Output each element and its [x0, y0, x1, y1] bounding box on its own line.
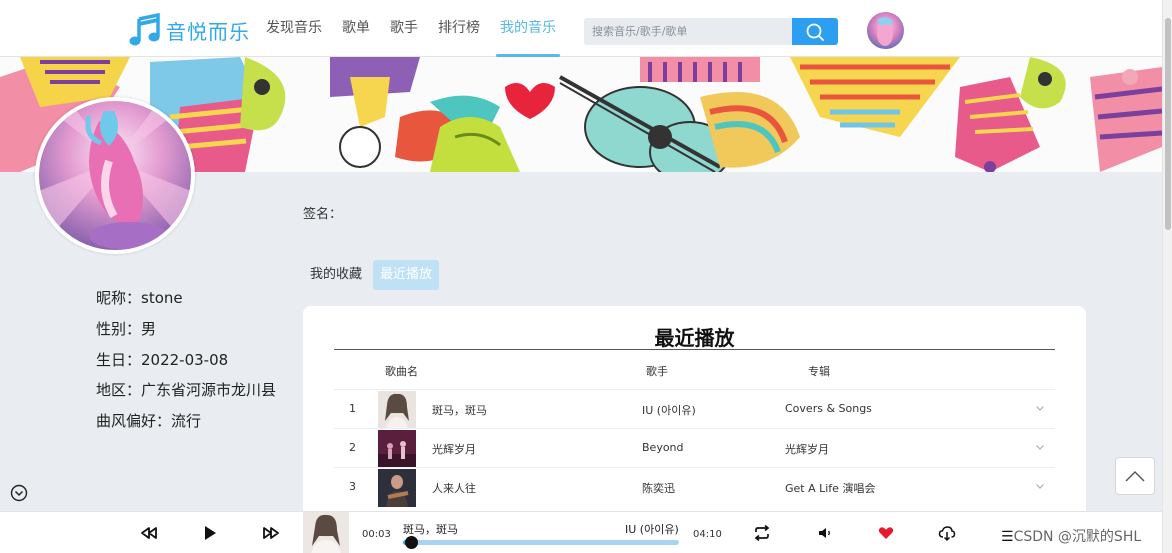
gender: 性别：男	[96, 319, 157, 338]
column-header-song: 歌曲名	[385, 365, 418, 378]
recent-played-panel: 最近播放 歌曲名 歌手 专辑 1 斑马，斑马 IU (아이유) Covers &…	[303, 306, 1086, 526]
logo-text: 音悦而乐	[166, 19, 250, 44]
chevron-down-icon[interactable]	[1034, 441, 1046, 453]
row-index: 1	[349, 402, 356, 415]
page-scrollbar[interactable]	[1162, 0, 1172, 553]
playlist-icon: ☰	[1001, 529, 1014, 545]
current-time: 00:03	[362, 529, 391, 540]
nav-charts[interactable]: 排行榜	[438, 0, 480, 57]
album-cover	[378, 469, 416, 507]
main-nav: 发现音乐 歌单 歌手 排行榜 我的音乐	[266, 0, 576, 57]
total-time: 04:10	[693, 529, 722, 540]
heart-icon[interactable]	[877, 524, 895, 542]
music-tabs: 我的收藏 最近播放	[303, 260, 440, 290]
search-button[interactable]	[792, 18, 838, 45]
repeat-icon[interactable]	[753, 524, 771, 542]
table-row[interactable]: 2 光辉岁月 Beyond 光辉岁月	[334, 428, 1055, 468]
profile-avatar[interactable]	[35, 97, 195, 254]
song-album[interactable]: Get A Life 演唱会	[785, 480, 875, 496]
player-bar: 00:03 斑马，斑马 IU (아이유) 04:10 ☰CSDN @沉默的SHL	[0, 511, 1162, 553]
next-track-icon[interactable]	[262, 524, 280, 542]
table-row[interactable]: 3 人来人往 陈奕迅 Get A Life 演唱会	[334, 467, 1055, 507]
nav-playlists[interactable]: 歌单	[342, 0, 370, 57]
top-navbar: 音悦而乐 发现音乐 歌单 歌手 排行榜 我的音乐	[0, 0, 1162, 57]
nav-discover-music[interactable]: 发现音乐	[266, 0, 322, 57]
column-header-album: 专辑	[808, 365, 830, 378]
now-playing-artist: IU (아이유)	[625, 523, 679, 536]
album-cover	[378, 430, 416, 468]
scrollbar-thumb[interactable]	[1165, 18, 1171, 230]
download-cloud-icon[interactable]	[938, 524, 956, 542]
profile-info: 昵称：stone 性别：男 生日：2022-03-08 地区：广东省河源市龙川县…	[96, 286, 276, 440]
nav-my-music[interactable]: 我的音乐	[496, 0, 560, 57]
signature-label: 签名：	[303, 207, 343, 222]
nickname: 昵称：stone	[96, 289, 183, 307]
song-artist[interactable]: IU (아이유)	[642, 402, 696, 418]
expand-circle-icon[interactable]	[10, 484, 28, 502]
search-input[interactable]	[584, 18, 792, 45]
volume-icon[interactable]	[816, 524, 834, 542]
user-avatar[interactable]	[867, 12, 904, 49]
chevron-down-icon[interactable]	[1034, 480, 1046, 492]
previous-track-icon[interactable]	[140, 524, 158, 542]
tab-favorites[interactable]: 我的收藏	[303, 260, 369, 290]
album-cover	[378, 391, 416, 429]
tab-recent-played[interactable]: 最近播放	[373, 260, 440, 290]
now-playing-cover[interactable]	[303, 512, 349, 553]
region: 地区：广东省河源市龙川县	[96, 381, 277, 400]
song-album[interactable]: 光辉岁月	[785, 441, 829, 457]
search-icon	[806, 23, 824, 41]
title-divider	[334, 349, 1055, 350]
song-title[interactable]: 人来人往	[432, 480, 476, 496]
table-row[interactable]: 1 斑马，斑马 IU (아이유) Covers & Songs	[334, 389, 1055, 429]
music-note-icon	[129, 13, 160, 46]
play-icon[interactable]	[201, 524, 219, 542]
progress-bar[interactable]	[403, 536, 679, 549]
back-to-top-button[interactable]	[1115, 457, 1155, 495]
chevron-up-icon	[1125, 471, 1145, 482]
panel-title: 最近播放	[654, 326, 735, 350]
genre-preference: 曲风偏好：流行	[96, 412, 202, 431]
progress-handle[interactable]	[405, 536, 419, 549]
birthday: 生日：2022-03-08	[96, 350, 229, 369]
column-header-artist: 歌手	[646, 365, 668, 378]
row-index: 2	[349, 441, 356, 454]
watermark: ☰CSDN @沉默的SHL	[1001, 529, 1142, 545]
nav-artists[interactable]: 歌手	[390, 0, 418, 57]
song-title[interactable]: 光辉岁月	[432, 441, 476, 457]
song-title[interactable]: 斑马，斑马	[432, 402, 487, 418]
chevron-down-icon[interactable]	[1034, 402, 1046, 414]
logo[interactable]: 音悦而乐	[128, 13, 250, 47]
song-artist[interactable]: Beyond	[642, 441, 684, 454]
now-playing-title: 斑马，斑马	[403, 523, 458, 536]
song-artist[interactable]: 陈奕迅	[642, 480, 675, 496]
row-index: 3	[349, 480, 356, 493]
song-album[interactable]: Covers & Songs	[785, 402, 872, 415]
